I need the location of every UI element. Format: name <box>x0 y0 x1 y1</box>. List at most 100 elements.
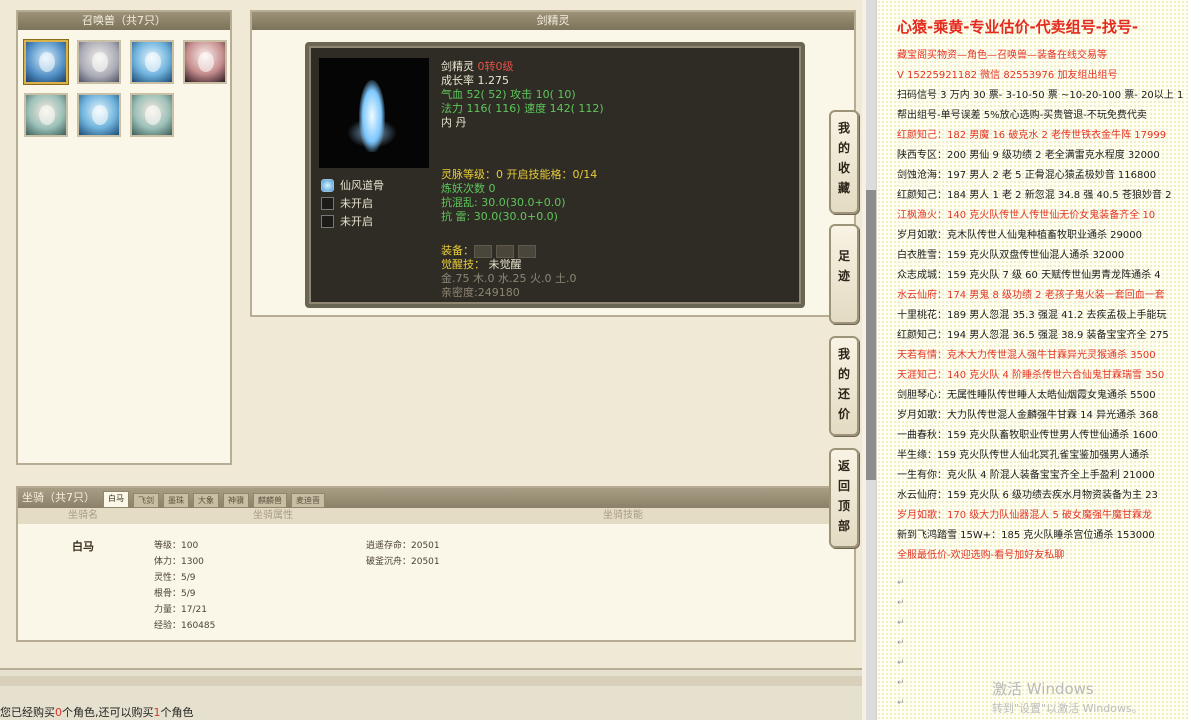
doc-line: 天涯知己：140 克火队 4 阶睡杀传世六合仙鬼甘霖瑞雪 350 <box>897 370 1165 381</box>
doc-line: 帮出组号-单号误差 5%放心选购-买贵管退-不玩免费代卖 <box>897 110 1147 121</box>
speed-value: 142( 112) <box>549 102 604 115</box>
summon-avatar-5[interactable] <box>24 93 68 137</box>
paragraph-mark-icon: ↵ <box>897 638 905 648</box>
doc-line: 一生有你：克火队 4 阶混人装备宝宝齐全上手盈利 21000 <box>897 470 1155 481</box>
remaining-count: 1 <box>153 706 161 719</box>
resist-thunder: 抗 雷: 30.0(30.0+0.0) <box>441 210 558 223</box>
doc-line: 水云仙府：174 男鬼 8 级功绩 2 老孩子鬼火装一套回血一套 <box>897 290 1165 301</box>
footprint-button[interactable]: 足迹 <box>829 224 859 324</box>
paragraph-mark-icon: ↵ <box>897 698 905 708</box>
ad-document: 心猿-乘黄-专业估价-代卖组号-找号- 藏宝阁买物资—角色—召唤兽—装备在线交易… <box>876 0 1188 720</box>
scrollbar-thumb[interactable] <box>866 190 876 480</box>
summon-avatar-7[interactable] <box>130 93 174 137</box>
summon-panel-title: 召唤兽（共7只） <box>18 12 230 30</box>
summon-avatar-4[interactable] <box>183 40 227 84</box>
mount-tab[interactable]: 神骥 <box>223 493 249 508</box>
pet-skill-label: 未开启 <box>340 215 373 228</box>
equip-slot[interactable] <box>518 244 536 258</box>
mount-col-name: 坐骑名 <box>68 510 98 521</box>
doc-line: 众志成城：159 克火队 7 级 60 天赋传世仙男青龙阵通杀 4 <box>897 270 1161 281</box>
equip-slot[interactable] <box>496 244 514 258</box>
doc-line: 剑胆琴心：无属性睡队传世睡人太皓仙烟霞女鬼通杀 5500 <box>897 390 1156 401</box>
footprint-label: 足迹 <box>837 249 850 283</box>
pet-skill-row[interactable]: 仙风道骨 <box>321 176 431 194</box>
pet-detail-card: 仙风道骨 未开启 未开启 剑精灵 0转0级 成长率 1.275 气血 52( 5… <box>305 42 805 308</box>
mount-panel: 坐骑（共7只） 白马 飞剑 墨珠 大象 神骥 麒麟兽 麦迪晋 坐骑名 坐骑属性 … <box>16 486 856 642</box>
atk-label: 攻击 <box>510 88 533 101</box>
doc-line: 白衣胜雪：159 克火队双盘传世仙混人通杀 32000 <box>897 250 1125 261</box>
mount-tab[interactable]: 墨珠 <box>163 493 189 508</box>
doc-line: 岁月如歌：克木队传世人仙鬼种植畜牧职业通杀 29000 <box>897 230 1142 241</box>
spirit-level: 灵脉等级：0 开启技能格：0/14 <box>441 168 598 181</box>
pet-detail-title: 剑精灵 <box>252 12 854 30</box>
mount-table-header: 坐骑名 坐骑属性 坐骑技能 <box>18 508 854 524</box>
equip-slot[interactable] <box>474 244 492 258</box>
mount-attr: 力量：17/21 <box>154 605 207 615</box>
mount-attr-list: 等级：100 体力：1300 灵性：5/9 根骨：5/9 力量：17/21 经验… <box>154 538 215 634</box>
mount-col-skill: 坐骑技能 <box>603 510 643 521</box>
doc-line: 全服最低价-欢迎选购-看号加好友私聊 <box>897 550 1065 561</box>
status-bar: 您已经购买0个角色,还可以购买1个角色 <box>0 668 862 720</box>
paragraph-mark-icon: ↵ <box>897 578 905 588</box>
doc-line: 剑蚀沧海：197 男人 2 老 5 正骨混心猿孟极妙音 116800 <box>897 170 1157 181</box>
pet-detail-panel: 剑精灵 仙风道骨 未开启 未开启 剑精灵 0转0级 成长率 1.275 气血 5… <box>250 10 856 317</box>
mp-label: 法力 <box>441 102 463 115</box>
doc-line: 红颜知己：194 男人忽混 36.5 强混 38.9 装备宝宝齐全 275 <box>897 330 1169 341</box>
hp-value: 52( 52) <box>466 88 507 101</box>
mount-tab[interactable]: 麒麟兽 <box>253 493 287 508</box>
pet-skill-row[interactable]: 未开启 <box>321 194 431 212</box>
pet-portrait <box>319 58 429 168</box>
mount-attr: 破釜沉舟：20501 <box>366 557 440 567</box>
pet-name: 剑精灵 <box>441 60 474 73</box>
doc-line: 陕西专区：200 男仙 9 级功绩 2 老全满雷克水程度 32000 <box>897 150 1160 161</box>
neidan-label: 内 丹 <box>441 116 467 129</box>
pet-skill-list: 仙风道骨 未开启 未开启 <box>321 176 431 230</box>
resist-chaos: 抗混乱: 30.0(30.0+0.0) <box>441 196 566 209</box>
bought-count: 0 <box>55 706 62 719</box>
my-bargain-button[interactable]: 我的还价 <box>829 336 859 436</box>
pet-growth: 成长率 1.275 <box>441 74 509 87</box>
purchase-status: 您已经购买0个角色,还可以购买1个角色 <box>0 704 194 720</box>
paragraph-mark-icon: ↵ <box>897 618 905 628</box>
doc-line: 红颜知己：182 男魔 16 破克水 2 老传世铁衣金牛阵 17999 <box>897 130 1167 141</box>
doc-line: 红颜知己：184 男人 1 老 2 新忽混 34.8 强 40.5 苍狼妙音 2 <box>897 190 1172 201</box>
side-nav: 我的收藏 足迹 我的还价 返回顶部 <box>826 110 862 560</box>
mount-row: 白马 等级：100 体力：1300 灵性：5/9 根骨：5/9 力量：17/21… <box>18 524 854 642</box>
pet-skill-row[interactable]: 未开启 <box>321 212 431 230</box>
doc-line: 扫码信号 3 万内 30 票- 3-10-50 票 ~10-20-100 票- … <box>897 90 1184 101</box>
doc-line: 十里桃花：189 男人忽混 35.3 强混 41.2 去疾孟极上手能玩 <box>897 310 1167 321</box>
summon-avatar-2[interactable] <box>77 40 121 84</box>
mount-attr: 等级：100 <box>154 541 199 551</box>
empty-slot-icon <box>321 214 334 228</box>
speed-label: 速度 <box>524 102 547 115</box>
mount-tab[interactable]: 飞剑 <box>133 493 159 508</box>
summon-avatar-6[interactable] <box>77 93 121 137</box>
summon-avatar-3[interactable] <box>130 40 174 84</box>
mount-tab[interactable]: 麦迪晋 <box>291 493 325 508</box>
mount-attr: 根骨：5/9 <box>154 589 196 599</box>
mount-attr: 经验：160485 <box>154 621 216 631</box>
doc-line: 水云仙府：159 克火队 6 级功绩去疾水月物资装备为主 23 <box>897 490 1158 501</box>
doc-line: V 15225921182 微信 82553976 加友组出组号 <box>897 70 1118 81</box>
back-to-top-button[interactable]: 返回顶部 <box>829 448 859 548</box>
pet-skill-label: 未开启 <box>340 197 373 210</box>
mount-tab[interactable]: 白马 <box>103 491 129 508</box>
mount-tab[interactable]: 大象 <box>193 493 219 508</box>
summon-avatar-1[interactable] <box>24 40 68 84</box>
mount-col-attr: 坐骑属性 <box>253 510 293 521</box>
my-collection-button[interactable]: 我的收藏 <box>829 110 859 214</box>
pet-rebirth: 0转0级 <box>477 60 514 73</box>
mount-panel-title: 坐骑（共7只） <box>22 491 95 504</box>
doc-line: 江枫渔火：140 克火队传世人传世仙无价女鬼装备齐全 10 <box>897 210 1156 221</box>
equip-label: 装备 <box>441 244 463 257</box>
empty-slot-icon <box>321 196 334 210</box>
paragraph-mark-icon: ↵ <box>897 678 905 688</box>
status-prefix: 您已经购买 <box>0 706 55 719</box>
my-collection-label: 我的收藏 <box>837 121 850 195</box>
doc-title: 心猿-乘黄-专业估价-代卖组号-找号- <box>897 18 1139 36</box>
doc-line: 新到飞鸿踏雪 15W+：185 克火队睡杀宫位通杀 153000 <box>897 530 1155 541</box>
hp-label: 气血 <box>441 88 463 101</box>
doc-line: 岁月如歌：大力队传世混人金麟强牛甘霖 14 异光通杀 368 <box>897 410 1159 421</box>
summon-avatar-grid <box>18 30 230 147</box>
doc-line: 一曲春秋：159 克火队畜牧职业传世男人传世仙通杀 1600 <box>897 430 1158 441</box>
